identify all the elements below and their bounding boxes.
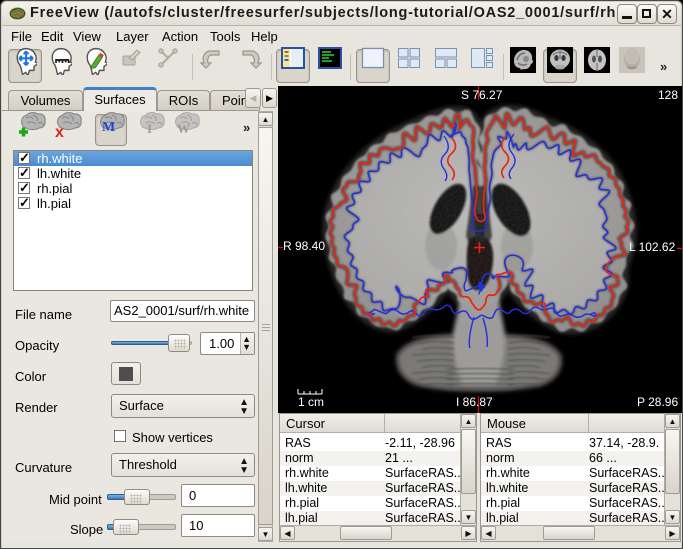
svg-text:x: x [55,124,64,137]
svg-text:W: W [177,121,190,136]
svg-text:I: I [147,121,152,136]
svg-text:M: M [102,120,115,135]
